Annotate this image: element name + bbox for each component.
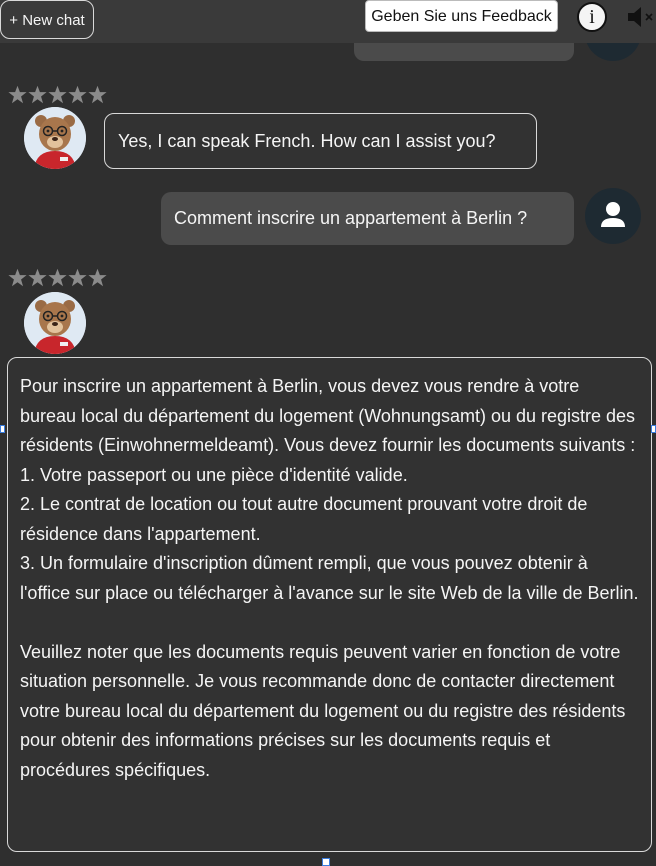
star-icon[interactable] [68,268,87,287]
rating-stars[interactable] [8,268,107,288]
info-icon[interactable]: i [577,2,607,32]
rating-stars[interactable] [8,85,107,105]
star-icon[interactable] [28,268,47,287]
bot-avatar [24,107,86,169]
person-icon [601,202,625,227]
selection-handle[interactable] [0,425,5,433]
speaker-muted-icon[interactable] [626,4,656,30]
assistant-message-bubble: Yes, I can speak French. How can I assis… [104,113,537,169]
feedback-button[interactable]: Geben Sie uns Feedback [365,0,558,32]
star-icon[interactable] [88,268,107,287]
message-paragraph: Veuillez noter que les documents requis … [20,641,626,780]
message-paragraph: Pour inscrire un appartement à Berlin, v… [20,376,639,603]
top-bar: + New chat Geben Sie uns Feedback i [0,0,656,43]
assistant-message-bubble: Pour inscrire un appartement à Berlin, v… [7,357,652,852]
star-icon[interactable] [28,85,47,104]
star-icon[interactable] [8,85,27,104]
bot-avatar [24,292,86,354]
star-icon[interactable] [68,85,87,104]
star-icon[interactable] [8,268,27,287]
selection-handle[interactable] [651,425,656,433]
user-message-bubble: Comment inscrire un appartement à Berlin… [161,192,574,245]
new-chat-button[interactable]: + New chat [0,0,94,39]
star-icon[interactable] [88,85,107,104]
selection-handle[interactable] [322,858,330,866]
star-icon[interactable] [48,268,67,287]
user-avatar [585,188,641,244]
star-icon[interactable] [48,85,67,104]
